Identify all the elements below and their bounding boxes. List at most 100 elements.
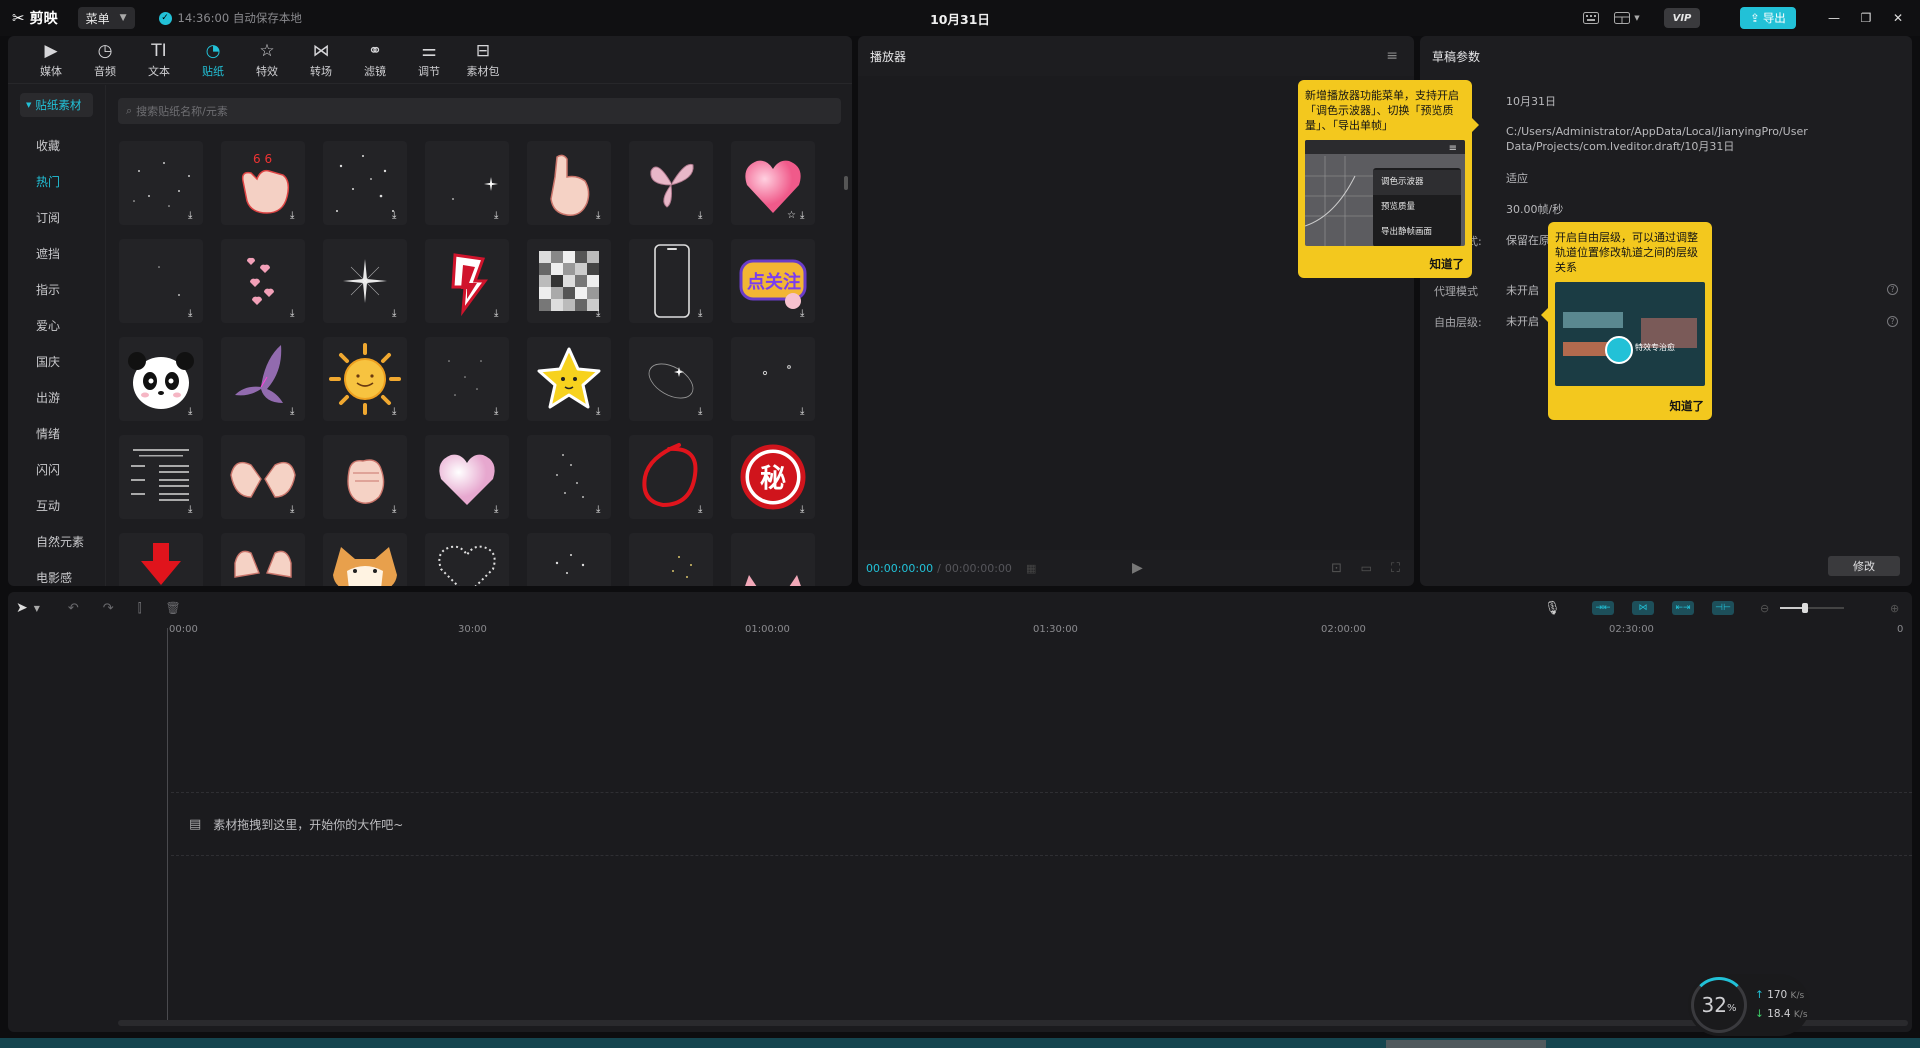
link-main-track-icon[interactable]: ⇥⇤ [1592,601,1614,615]
download-icon[interactable]: ⤓ [188,505,198,515]
download-icon[interactable]: ⤓ [188,211,198,221]
split-icon[interactable]: ⫿ [138,601,142,616]
download-icon[interactable]: ⤓ [290,211,300,221]
vip-badge[interactable]: VIP [1664,8,1700,28]
sticker-category-item[interactable]: 热门 [8,163,105,199]
sticker-tile[interactable]: ⤓ [629,435,713,519]
download-icon[interactable]: ⤓ [494,407,504,417]
zoom-slider-handle[interactable] [1802,603,1808,613]
download-icon[interactable]: ⤓ [698,211,708,221]
menu-button[interactable]: 菜单 ▼ [77,7,135,29]
download-icon[interactable]: ⤓ [290,505,300,515]
playhead[interactable] [167,628,168,1020]
network-monitor[interactable]: 32% ↑ 170 K/s ↓ 18.4 K/s [1688,974,1810,1036]
ratio-icon[interactable]: ▭ [1361,561,1372,575]
sticker-tile[interactable]: ⤓ [221,337,305,421]
download-icon[interactable]: ⤓ [494,211,504,221]
sticker-category-item[interactable]: 电影感 [8,559,105,586]
sticker-tile[interactable]: ⤓ [119,141,203,225]
download-icon[interactable]: ⤓ [188,309,198,319]
sticker-tile[interactable]: ⤓ [425,239,509,323]
sticker-tile[interactable]: ⤓ [323,435,407,519]
sticker-category-item[interactable]: 订阅 [8,199,105,235]
redo-icon[interactable]: ↷ [103,601,114,616]
timeline-ruler[interactable]: 00:00 30:00 01:00:00 01:30:00 02:00:00 0… [8,622,1912,640]
sticker-tile[interactable]: ⤓ [323,337,407,421]
sticker-tile[interactable]: ⤓ [629,239,713,323]
sticker-category-item[interactable]: 国庆 [8,343,105,379]
sticker-tile[interactable]: ⤓ [221,435,305,519]
sticker-category-item[interactable]: 互动 [8,487,105,523]
sticker-tile[interactable]: ⤓ [629,141,713,225]
download-icon[interactable]: ⤓ [494,505,504,515]
sticker-tile[interactable]: ⤓ [731,337,815,421]
sticker-tile[interactable]: ☆ ⤓ [731,141,815,225]
download-icon[interactable]: ⤓ [596,407,606,417]
download-icon[interactable]: ⤓ [698,505,708,515]
sticker-tile[interactable] [629,533,713,586]
waveform-icon[interactable]: ▦ [1026,562,1036,575]
sticker-category-item[interactable]: 情绪 [8,415,105,451]
sticker-category-header[interactable]: ▼ 贴纸素材 [20,93,93,117]
download-icon[interactable]: ⤓ [800,211,810,221]
player-menu-icon[interactable]: ≡ [1386,48,1398,64]
download-icon[interactable]: ⤓ [800,309,810,319]
sticker-category-item[interactable]: 自然元素 [8,523,105,559]
export-button[interactable]: ⇪ 导出 [1740,7,1796,29]
linkage-icon[interactable]: ⇤⇥ [1672,601,1694,615]
tool-audio[interactable]: ◷ 音频 [78,36,132,83]
sticker-tile[interactable]: ⤓ [527,141,611,225]
download-icon[interactable]: ⤓ [290,407,300,417]
microphone-icon[interactable]: 🎙 [1544,601,1561,616]
tool-adjust[interactable]: ⚌ 调节 [402,36,456,83]
sticker-tile[interactable]: ⤓ [425,435,509,519]
sticker-tile[interactable]: ⤓ [425,337,509,421]
sticker-tile[interactable]: ⤓ [527,239,611,323]
undo-icon[interactable]: ↶ [68,601,79,616]
sticker-tile[interactable]: ⤓ [221,239,305,323]
download-icon[interactable]: ⤓ [800,505,810,515]
download-icon[interactable]: ⤓ [392,505,402,515]
download-icon[interactable]: ⤓ [698,407,708,417]
download-icon[interactable]: ⤓ [698,309,708,319]
download-icon[interactable]: ⤓ [596,505,606,515]
chevron-down-icon[interactable]: ▼ [34,604,40,613]
select-cursor-icon[interactable]: ➤ [16,600,28,616]
screenshot-icon[interactable]: ⊡ [1331,561,1342,576]
sticker-tile[interactable] [119,533,203,586]
sticker-tile[interactable] [323,533,407,586]
tool-text[interactable]: TI 文本 [132,36,186,83]
minimize-icon[interactable]: — [1818,0,1850,36]
tooltip-ok-button[interactable]: 知道了 [1670,399,1705,414]
help-icon[interactable]: ? [1887,284,1898,295]
sticker-tile[interactable]: 6 6 ⤓ [221,141,305,225]
sticker-category-item[interactable]: 闪闪 [8,451,105,487]
delete-icon[interactable]: 🗑 [166,601,181,615]
sticker-search-input[interactable]: ⌕ 搜索贴纸名称/元素 [118,98,841,124]
play-icon[interactable]: ▶ [1132,560,1143,576]
timeline-scrollbar[interactable] [118,1020,1908,1026]
download-icon[interactable]: ⤓ [800,407,810,417]
sticker-tile[interactable]: ⤓ [119,435,203,519]
sticker-category-item[interactable]: 爱心 [8,307,105,343]
download-icon[interactable]: ⤓ [392,309,402,319]
sticker-tile[interactable] [221,533,305,586]
sticker-category-item[interactable]: 出游 [8,379,105,415]
zoom-out-icon[interactable]: ⊖ [1760,602,1769,615]
sticker-tile[interactable] [731,533,815,586]
tool-transition[interactable]: ⋈ 转场 [294,36,348,83]
modify-button[interactable]: 修改 [1828,556,1900,576]
tool-filter[interactable]: ⚭ 滤镜 [348,36,402,83]
sticker-tile[interactable]: ⤓ [323,141,407,225]
shortcut-keyboard-icon[interactable] [1576,6,1606,30]
sticker-tile[interactable]: ⤓ [425,141,509,225]
magnet-snap-icon[interactable]: ⋈ [1632,601,1654,615]
download-icon[interactable]: ⤓ [596,211,606,221]
sticker-tile[interactable]: ⤓ [527,435,611,519]
tool-effects[interactable]: ☆ 特效 [240,36,294,83]
layout-icon[interactable]: ▼ [1612,6,1642,30]
sticker-tile[interactable] [527,533,611,586]
download-icon[interactable]: ⤓ [392,407,402,417]
close-icon[interactable]: ✕ [1882,0,1914,36]
tooltip-ok-button[interactable]: 知道了 [1430,257,1465,272]
